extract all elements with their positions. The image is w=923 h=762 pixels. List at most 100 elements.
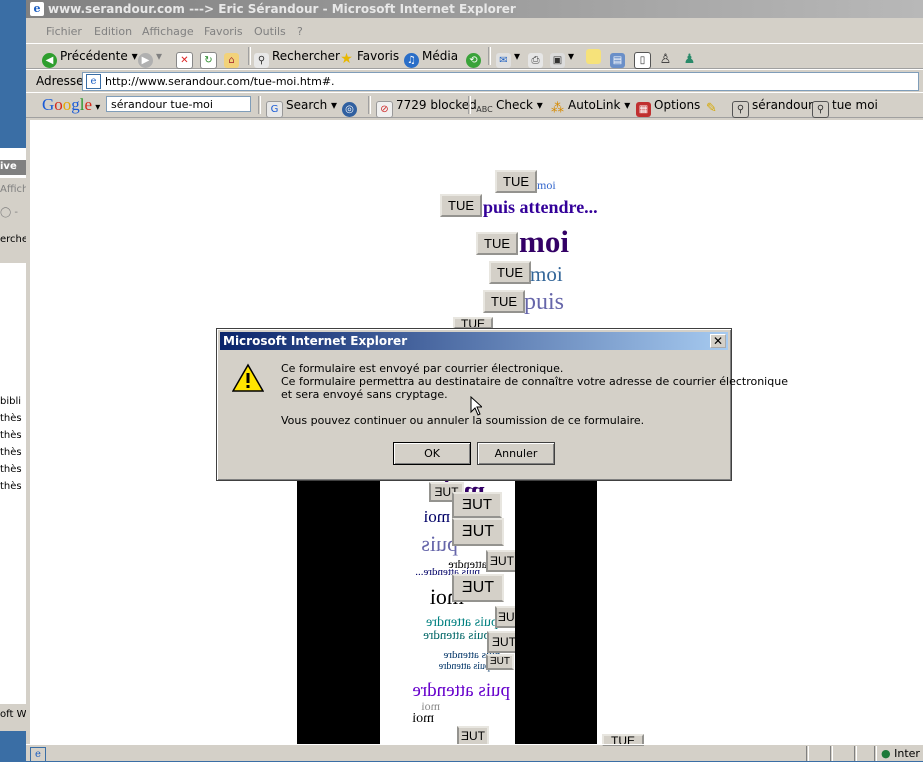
standard-toolbar: ◀ Précédente ▾ ▶ ▾ ✕ ↻ ⌂ ⚲ Rechercher ★ Favo… (26, 43, 923, 69)
mirrored-tue-button[interactable]: TUE (452, 574, 504, 602)
google-search-input[interactable]: sérandour tue-moi (106, 96, 251, 112)
find-icon: ⚲ (732, 101, 749, 118)
history-button[interactable]: ⟲ (466, 49, 484, 68)
tue-button[interactable]: TUE (489, 261, 531, 284)
dialog-title-bar[interactable]: Microsoft Internet Explorer ✕ (220, 332, 728, 350)
dialog-message-line: et sera envoyé sans cryptage. (281, 388, 448, 401)
options-button[interactable]: ▦ Options (636, 98, 700, 117)
abc-check-icon: ABC (476, 105, 493, 114)
options-label: Options (654, 98, 701, 112)
tue-button[interactable]: TUE (483, 290, 525, 313)
history-icon: ⟲ (466, 53, 481, 68)
dialog-message-line: Ce formulaire est envoyé par courrier él… (281, 362, 564, 375)
autolink-label: AutoLink (568, 98, 621, 112)
dialog-message-line: Ce formulaire permettra au destinataire … (281, 375, 788, 388)
research-button[interactable]: ▤ (610, 49, 628, 68)
cancel-button[interactable]: Annuler (477, 442, 555, 465)
pagerank-button[interactable]: ◎ (342, 98, 360, 117)
menu-fichier[interactable]: Fichier (46, 25, 82, 38)
mirrored-tue-button[interactable]: TUE (452, 518, 504, 546)
wand-icon: ⁂ (551, 101, 564, 116)
mirrored-word: moi (412, 711, 434, 726)
highlighter-icon: ✎ (706, 101, 717, 116)
tue-button[interactable]: TUE (476, 232, 518, 255)
find-icon: ⚲ (812, 101, 829, 118)
background-window-text: bibli (0, 396, 22, 407)
search-button[interactable]: ⚲ Rechercher (254, 49, 340, 68)
google-toolbar: Google ▾ sérandour tue-moi G Search ▾ ◎ ⊘… (26, 92, 923, 118)
google-search-button[interactable]: G Search ▾ (266, 98, 337, 118)
refresh-button[interactable]: ↻ (200, 49, 220, 69)
google-g-icon: G (266, 101, 283, 118)
word-puis: puis (524, 289, 565, 315)
edit-button[interactable]: ▣ ▾ (550, 49, 574, 68)
title-bar[interactable]: e www.serandour.com ---> Eric Sérandour … (26, 0, 923, 18)
menu-favoris[interactable]: Favoris (204, 25, 243, 38)
favorites-label: Favoris (357, 49, 400, 63)
close-icon[interactable]: ✕ (710, 334, 726, 348)
globe-icon: ◎ (342, 102, 357, 117)
warning-icon (232, 363, 264, 392)
person-button[interactable]: ♙ (658, 49, 676, 67)
address-url: http://www.serandour.com/tue-moi.htm#. (105, 75, 335, 88)
word-moi: moi (530, 262, 563, 286)
google-search-label: Search (286, 98, 328, 112)
mirrored-tue-button[interactable]: TUE (486, 550, 515, 572)
highlight-button[interactable]: ✎ (704, 98, 722, 116)
favorites-button[interactable]: ★ Favoris (339, 49, 399, 67)
buddies-icon: ♟ (683, 52, 696, 67)
dialog-message-line: Vous pouvez continuer ou annuler la soum… (281, 414, 645, 427)
back-label: Précédente (60, 49, 128, 63)
mirrored-tue-button[interactable]: TUE (486, 654, 514, 670)
media-button[interactable]: ♫ Média (404, 49, 458, 68)
discuss-button[interactable] (586, 49, 604, 64)
mirrored-tue-button[interactable]: TUE (495, 606, 515, 628)
background-window-text: thès (0, 447, 22, 458)
term2-label: tue moi (832, 98, 878, 112)
mail-button[interactable]: ✉ ▾ (496, 49, 520, 68)
menu-affichage[interactable]: Affichage (142, 25, 194, 38)
mirrored-tue-button[interactable]: TUE (487, 631, 515, 653)
background-window-text: thès (0, 413, 22, 424)
note-icon (586, 49, 601, 64)
address-label: Adresse (36, 74, 84, 88)
stop-icon: ✕ (176, 52, 193, 69)
address-field[interactable]: e http://www.serandour.com/tue-moi.htm#. (82, 72, 919, 91)
spell-check-button[interactable]: ABC Check ▾ (476, 98, 542, 117)
word-find-serandour[interactable]: ⚲ sérandour (732, 98, 813, 118)
blocked-count: 7729 blocked (396, 98, 477, 112)
person-icon: ♙ (659, 52, 672, 67)
background-window-status: oft W (0, 709, 26, 720)
print-button[interactable]: ⎙ (528, 49, 546, 68)
ok-button[interactable]: OK (393, 442, 471, 465)
menu-help[interactable]: ? (297, 25, 303, 38)
menu-outils[interactable]: Outils (254, 25, 286, 38)
dialog-title: Microsoft Internet Explorer (223, 334, 408, 348)
background-window-text: thès (0, 430, 22, 441)
menu-edition[interactable]: Edition (94, 25, 132, 38)
media-label: Média (422, 49, 459, 63)
popup-blocked-icon: ⊘ (376, 101, 393, 118)
messenger-buddies-button[interactable]: ♟ (682, 49, 700, 67)
popup-blocker-button[interactable]: ⊘ 7729 blocked (376, 98, 477, 118)
google-logo[interactable]: Google ▾ (42, 95, 100, 115)
stop-button[interactable]: ✕ (176, 49, 196, 69)
back-button[interactable]: ◀ Précédente ▾ (42, 49, 138, 68)
search-label: Rechercher (272, 49, 340, 63)
forward-button[interactable]: ▶ ▾ (138, 49, 162, 68)
mirrored-tue-button[interactable]: TUE (452, 492, 502, 518)
zone-label: Inter (894, 747, 920, 760)
tue-button[interactable]: TUE (440, 194, 482, 217)
messenger-button[interactable]: ▯ (634, 49, 654, 69)
globe-icon: ● (881, 747, 891, 760)
mirrored-word: puis attendre (438, 661, 490, 672)
word-find-tue-moi[interactable]: ⚲ tue moi (812, 98, 878, 118)
background-window-search: erche (0, 234, 26, 245)
home-button[interactable]: ⌂ (224, 49, 242, 68)
autolink-button[interactable]: ⁂ AutoLink ▾ (550, 98, 630, 116)
print-icon: ⎙ (528, 53, 543, 68)
check-label: Check (496, 98, 533, 112)
mirrored-tue-button[interactable]: TUE (457, 726, 489, 744)
tue-button[interactable]: TUE (495, 170, 537, 193)
background-window-title: ive (0, 161, 17, 172)
